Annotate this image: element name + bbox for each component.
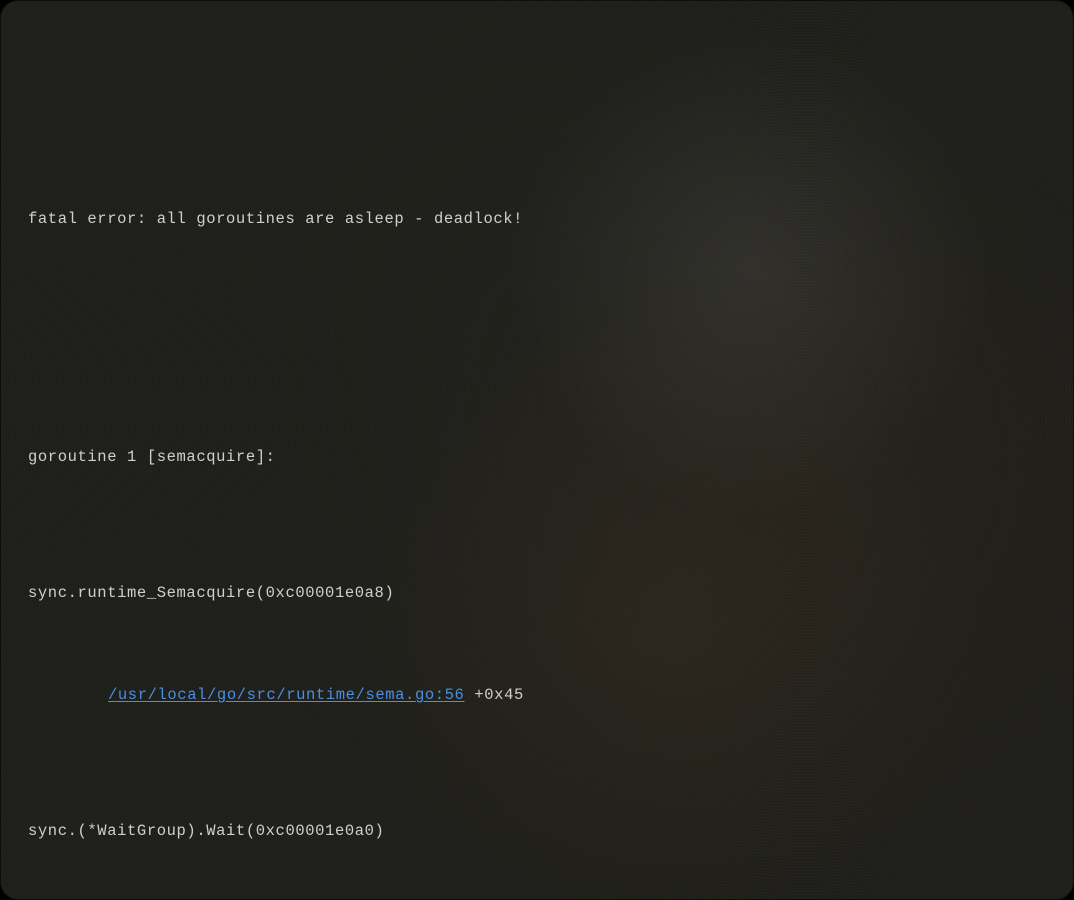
stack-call: sync.runtime_Semacquire(0xc00001e0a8) bbox=[28, 576, 1046, 610]
file-link[interactable]: /usr/local/go/src/runtime/sema.go:56 bbox=[108, 686, 464, 704]
terminal-content[interactable]: fatal error: all goroutines are asleep -… bbox=[28, 100, 1046, 900]
terminal-output: fatal error: all goroutines are asleep -… bbox=[0, 0, 1074, 900]
error-header: fatal error: all goroutines are asleep -… bbox=[28, 202, 1046, 236]
blank-line bbox=[28, 304, 1046, 338]
stack-path-row: /usr/local/go/src/runtime/sema.go:56 +0x… bbox=[28, 678, 1046, 712]
goroutine-header: goroutine 1 [semacquire]: bbox=[28, 440, 1046, 474]
stack-call: sync.(*WaitGroup).Wait(0xc00001e0a0) bbox=[28, 814, 1046, 848]
stack-offset: +0x45 bbox=[474, 686, 524, 704]
